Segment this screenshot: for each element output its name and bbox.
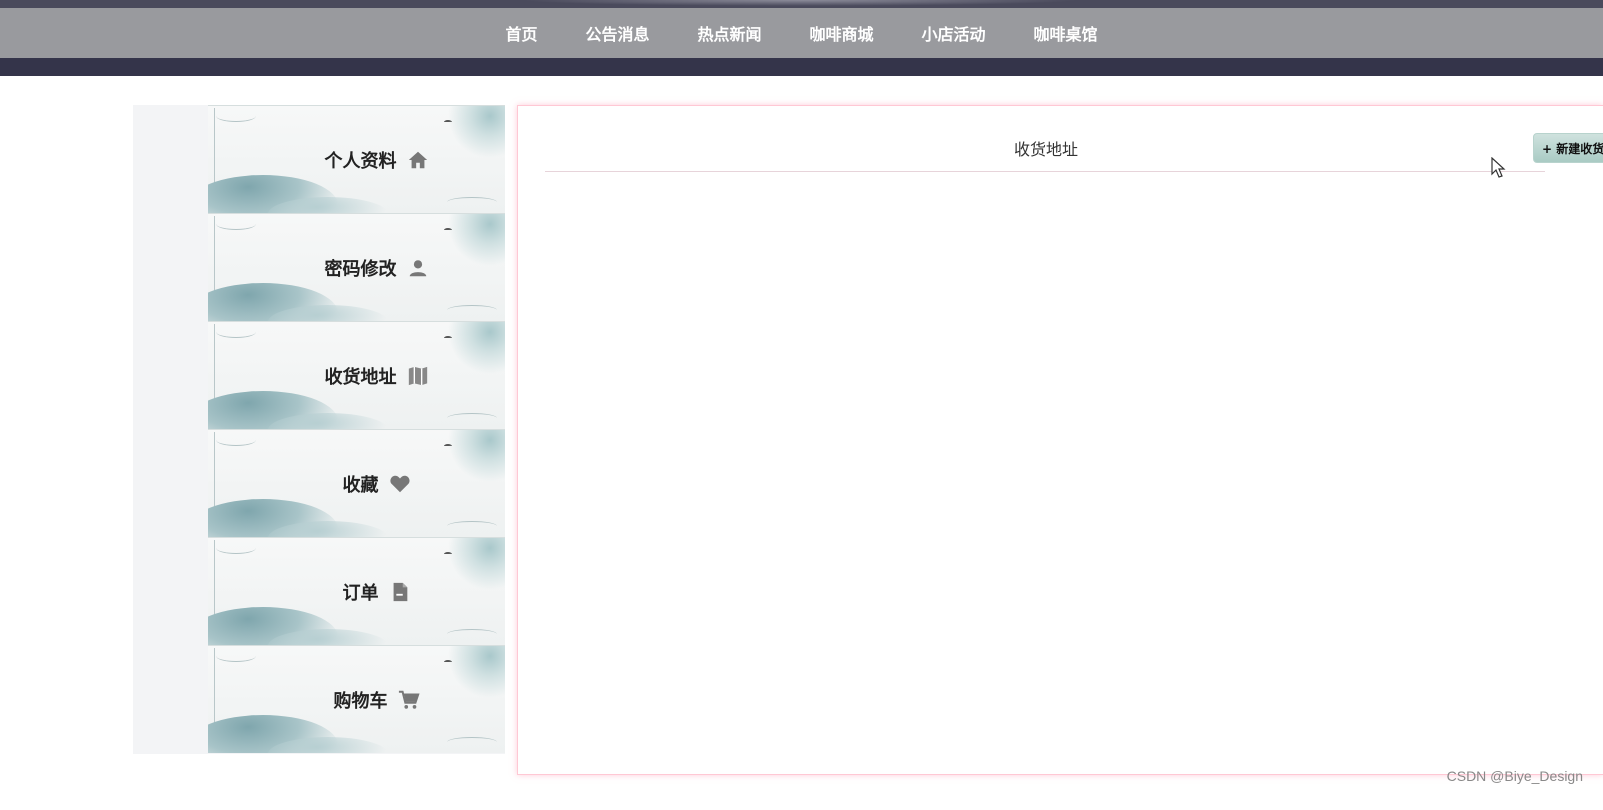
mouse-cursor-icon [1491,156,1507,179]
new-address-button[interactable]: + 新建收货 [1533,133,1603,163]
cart-icon [398,689,420,711]
nav-store-events[interactable]: 小店活动 [922,21,986,45]
sidebar-item-label: 购物车 [333,691,388,712]
nav-coffee-tables[interactable]: 咖啡桌馆 [1034,21,1098,45]
sidebar-item-password[interactable]: 密码修改 [208,213,505,321]
top-nav: 首页 公告消息 热点新闻 咖啡商城 小店活动 咖啡桌馆 [0,8,1603,58]
sidebar-menu: 个人资料 密码修改 收货地址 收藏 订单 购物车 [208,105,505,754]
nav-home[interactable]: 首页 [505,21,537,45]
page: 首页 公告消息 热点新闻 咖啡商城 小店活动 咖啡桌馆 个人资料 密码修改 收货… [0,0,1603,810]
sidebar-item-label: 收藏 [342,475,379,496]
header-band [0,58,1603,76]
document-icon [389,581,411,603]
sidebar-item-orders[interactable]: 订单 [208,537,505,645]
sidebar-item-address[interactable]: 收货地址 [208,321,505,429]
page-title: 收货地址 [1013,140,1078,159]
heart-icon [389,473,411,495]
sidebar-item-favorites[interactable]: 收藏 [208,429,505,537]
sidebar-item-label: 订单 [342,583,379,604]
sidebar-item-label: 密码修改 [324,259,397,280]
address-panel: 收货地址 + 新建收货 [517,105,1603,775]
watermark: CSDN @Biye_Design [1446,768,1583,784]
user-icon [407,257,429,279]
title-divider [545,171,1545,172]
map-icon [407,365,429,387]
nav-announcements[interactable]: 公告消息 [585,21,649,45]
top-strip [0,0,1603,8]
sidebar-item-cart[interactable]: 购物车 [208,645,505,753]
sidebar-item-profile[interactable]: 个人资料 [208,105,505,213]
sidebar-item-label: 个人资料 [324,151,397,172]
sidebar-item-label: 收货地址 [324,367,397,388]
nav-coffee-shop[interactable]: 咖啡商城 [810,21,874,45]
nav-hot-news[interactable]: 热点新闻 [697,21,761,45]
home-icon [407,149,429,171]
